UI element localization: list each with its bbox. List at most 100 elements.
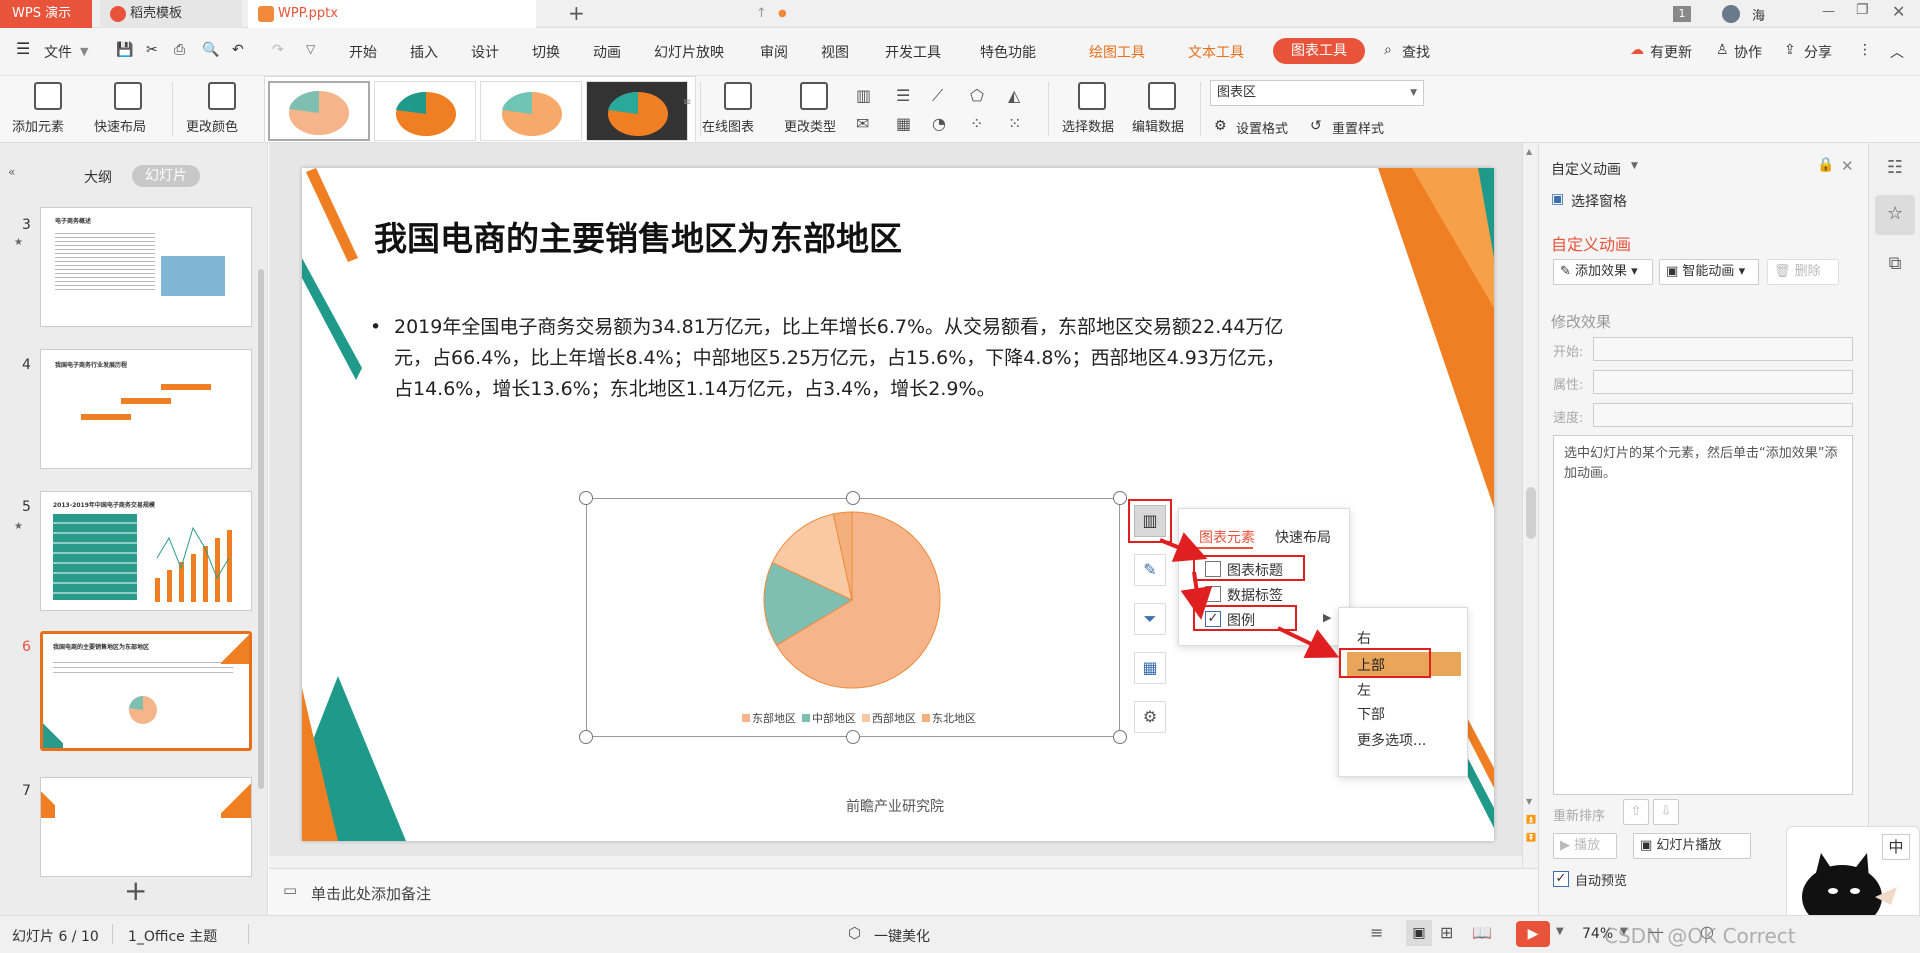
format-painter-icon[interactable]: ✂	[146, 42, 158, 58]
legend-option-more[interactable]: 更多选项...	[1357, 730, 1426, 750]
slide-body-text[interactable]: • 2019年全国电子商务交易额为34.81万亿元，比上年增长6.7%。从交易额…	[370, 312, 1430, 405]
change-color-button[interactable]: 更改颜色	[186, 116, 238, 135]
autopreview-checkbox[interactable]: ✓	[1553, 871, 1569, 887]
stock-chart-icon[interactable]: ▦	[896, 114, 911, 133]
menu-text-tools[interactable]: 文本工具	[1188, 42, 1244, 62]
line-chart-icon[interactable]: ⟋	[932, 86, 943, 106]
legend-item[interactable]: 中部地区	[802, 712, 856, 725]
resize-handle[interactable]	[846, 491, 860, 505]
search-button[interactable]: 查找	[1402, 42, 1430, 62]
scatter-chart-icon[interactable]: ⁘	[970, 114, 983, 133]
restore-icon[interactable]: ❐	[1856, 2, 1869, 18]
chevron-down-icon[interactable]: ▼	[1631, 161, 1638, 171]
chart-style-1[interactable]	[268, 81, 370, 141]
notes-bar[interactable]: ▭ 单击此处添加备注	[269, 868, 1538, 915]
avatar[interactable]	[1722, 5, 1740, 23]
change-type-button[interactable]: 更改类型	[784, 116, 836, 135]
animation-tab[interactable]: ☆	[1875, 195, 1915, 235]
select-data-button[interactable]: 选择数据	[1062, 116, 1114, 135]
autopreview-label[interactable]: 自动预览	[1575, 870, 1627, 889]
mail-chart-icon[interactable]: ✉	[856, 114, 869, 133]
legend-option-bottom[interactable]: 下部	[1357, 704, 1385, 724]
settings-sliders-icon[interactable]: ☷	[1881, 157, 1909, 185]
panel-scrollbar[interactable]	[258, 269, 264, 789]
edit-data-button[interactable]: 编辑数据	[1132, 116, 1184, 135]
slide-thumb-6[interactable]: 我国电商的主要销售地区为东部地区	[40, 631, 252, 751]
property-select[interactable]	[1593, 370, 1853, 394]
chevron-down-icon[interactable]: ▼	[1556, 926, 1564, 937]
tab-slides[interactable]: 幻灯片	[132, 165, 200, 187]
slide-thumb-5[interactable]: 2013-2019年中国电子商务交易规模	[40, 491, 252, 611]
slide-thumb-4[interactable]: 我国电子商务行业发展历程	[40, 349, 252, 469]
ime-indicator[interactable]: 中	[1882, 834, 1910, 860]
speed-select[interactable]	[1593, 403, 1853, 427]
pie-chart[interactable]	[762, 510, 942, 690]
tab-wps[interactable]: WPS 演示	[0, 0, 92, 28]
collaborate-button[interactable]: 协作	[1734, 42, 1762, 62]
area-chart-icon[interactable]: ◭	[1008, 86, 1020, 105]
menu-start[interactable]: 开始	[349, 42, 377, 62]
slide-switch-icon[interactable]: ⧉	[1881, 253, 1909, 281]
tab-document[interactable]: WPP.pptx ↑ ●	[248, 0, 787, 28]
radar-chart-icon[interactable]: ⬠	[970, 86, 984, 105]
chevron-down-icon[interactable]: ▼	[80, 45, 88, 58]
slide-thumb-3[interactable]: 电子商务概述	[40, 207, 252, 327]
menu-drawing-tools[interactable]: 绘图工具	[1089, 42, 1145, 62]
collapse-ribbon-icon[interactable]: ︿	[1890, 42, 1904, 62]
move-down-button[interactable]: ⇩	[1653, 799, 1679, 825]
notes-toggle-icon[interactable]: ≡	[1370, 923, 1383, 942]
play-button[interactable]: ▶ 播放	[1553, 833, 1617, 859]
prev-slide-icon[interactable]: ⏫	[1526, 815, 1536, 824]
chart-style-2[interactable]	[374, 81, 476, 141]
select-pane-link[interactable]: 选择窗格	[1571, 191, 1627, 211]
delete-button[interactable]: 🗑 删除	[1767, 259, 1839, 285]
search-icon[interactable]: ⌕	[1384, 42, 1392, 58]
more-icon[interactable]: ⋮	[1858, 42, 1872, 58]
slideshow-button[interactable]: ▣ 幻灯片播放	[1633, 833, 1751, 859]
set-format-button[interactable]: 设置格式	[1236, 118, 1288, 137]
menu-chart-tools[interactable]: 图表工具	[1273, 38, 1365, 64]
start-select[interactable]	[1593, 337, 1853, 361]
collapse-panel-icon[interactable]: «	[8, 165, 15, 179]
resize-handle[interactable]	[1113, 730, 1127, 744]
add-slide-button[interactable]: +	[124, 877, 147, 905]
menu-animation[interactable]: 动画	[593, 42, 621, 62]
menu-design[interactable]: 设计	[471, 42, 499, 62]
move-up-button[interactable]: ⇧	[1623, 799, 1649, 825]
smart-animation-button[interactable]: ▣ 智能动画 ▾	[1659, 259, 1759, 285]
menu-developer[interactable]: 开发工具	[885, 42, 941, 62]
panel-header[interactable]: 自定义动画	[1551, 159, 1621, 179]
menu-transition[interactable]: 切换	[532, 42, 560, 62]
play-slideshow-button[interactable]: ▶	[1516, 921, 1550, 947]
menu-view[interactable]: 视图	[821, 42, 849, 62]
quick-layout-button[interactable]: 快速布局	[94, 116, 146, 135]
resize-handle[interactable]	[1113, 491, 1127, 505]
canvas-hscrollbar[interactable]	[269, 856, 1522, 868]
resize-handle[interactable]	[579, 730, 593, 744]
slide-sorter-icon[interactable]: ⊞	[1440, 923, 1453, 942]
redo-icon[interactable]: ↷	[272, 42, 284, 58]
close-panel-icon[interactable]: ✕	[1841, 157, 1854, 175]
legend-item[interactable]: 西部地区	[862, 712, 916, 725]
chart-legend[interactable]: 东部地区 中部地区 西部地区 东北地区	[732, 710, 992, 726]
menu-review[interactable]: 审阅	[760, 42, 788, 62]
close-icon[interactable]: ✕	[1892, 2, 1905, 21]
pie-chart-icon[interactable]: ◔	[932, 114, 946, 133]
chart-settings-gear-icon[interactable]: ⚙	[1134, 701, 1166, 733]
normal-view-icon[interactable]: ▣	[1406, 920, 1432, 946]
scroll-up-icon[interactable]: ▲	[1526, 147, 1532, 156]
resize-handle[interactable]	[846, 730, 860, 744]
share-button[interactable]: 分享	[1804, 42, 1832, 62]
menu-features[interactable]: 特色功能	[980, 42, 1036, 62]
window-badge[interactable]: 1	[1673, 6, 1691, 22]
scroll-down-icon[interactable]: ▼	[1526, 797, 1532, 806]
print-preview-icon[interactable]: 🔍	[202, 42, 219, 58]
tab-docer-templates[interactable]: 稻壳模板	[100, 0, 242, 28]
add-effect-button[interactable]: ✎ 添加效果 ▾	[1553, 259, 1653, 285]
slide-thumb-7[interactable]	[40, 777, 252, 877]
online-chart-button[interactable]: 在线图表	[702, 116, 754, 135]
chart-area-select[interactable]: 图表区 ▼	[1210, 80, 1424, 106]
bar-chart-icon[interactable]: ☰	[896, 86, 910, 105]
column-chart-icon[interactable]: ▥	[856, 86, 871, 105]
tab-outline[interactable]: 大纲	[84, 167, 112, 187]
